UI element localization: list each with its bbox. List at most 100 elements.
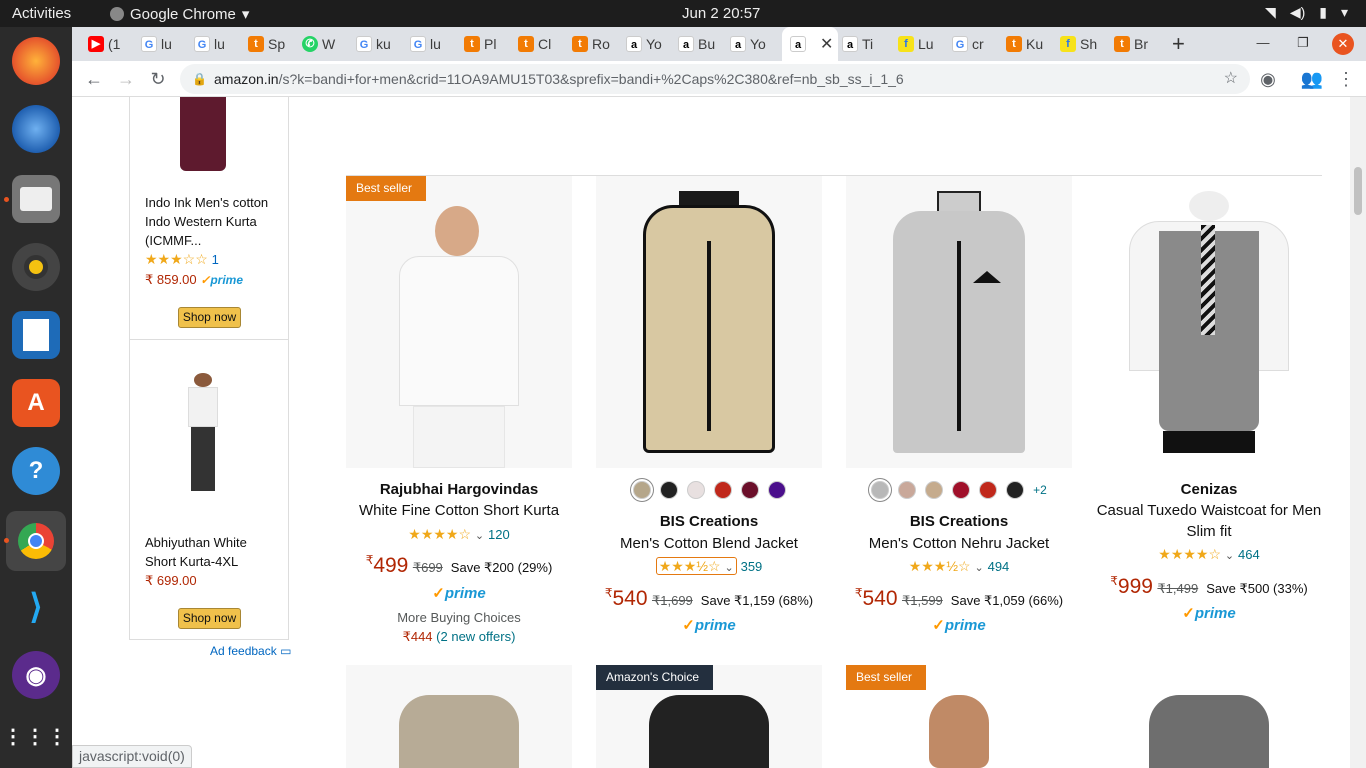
ad-feedback-link[interactable]: Ad feedback ▭ (210, 644, 291, 658)
clock[interactable]: Jun 2 20:57 (682, 5, 760, 22)
tab[interactable]: Glu (141, 33, 172, 55)
firefox-icon[interactable] (12, 37, 60, 85)
ad-product-image[interactable] (188, 373, 218, 493)
forward-icon[interactable]: → (114, 67, 138, 91)
close-window-icon[interactable]: ✕ (1332, 33, 1354, 55)
tab[interactable]: ▶ (1 (88, 33, 120, 55)
tab[interactable]: t Br (1114, 33, 1148, 55)
tab[interactable]: t Ku (1006, 33, 1043, 55)
best-seller-badge: Best seller (846, 665, 927, 690)
product-title[interactable]: Casual Tuxedo Waistcoat for Men Slim fit (1096, 500, 1322, 542)
app-menu[interactable]: Google Chrome ▾ (110, 5, 249, 23)
tab[interactable]: t Pl (464, 33, 496, 55)
product-price[interactable]: ₹540 (605, 586, 648, 610)
tab[interactable]: t Cl (518, 33, 551, 55)
product-image[interactable] (346, 176, 572, 468)
product-title[interactable]: Men's Cotton Blend Jacket (596, 533, 822, 554)
tab[interactable]: Gcr (952, 33, 984, 55)
product-price[interactable]: ₹499 (366, 553, 409, 577)
vscode-icon[interactable]: ⟩ (12, 583, 60, 631)
rhythmbox-icon[interactable] (12, 243, 60, 291)
scroll-thumb[interactable] (1354, 167, 1362, 215)
color-swatch[interactable] (1006, 481, 1025, 499)
color-swatch[interactable] (767, 481, 786, 499)
running-indicator (4, 538, 9, 543)
scrollbar[interactable] (1350, 97, 1366, 768)
chrome-icon[interactable] (6, 511, 66, 571)
color-swatch[interactable] (979, 481, 998, 499)
status-bar: javascript:void(0) (72, 745, 192, 768)
back-icon[interactable]: ← (82, 67, 106, 91)
tab[interactable]: a Yo (730, 33, 766, 55)
color-swatch[interactable] (871, 481, 890, 499)
address-bar[interactable]: 🔒 amazon.in/s?k=bandi+for+men&crid=11OA9… (180, 64, 1250, 94)
tab[interactable]: f Lu (898, 33, 934, 55)
product-image[interactable] (596, 176, 822, 468)
more-colors-link[interactable]: +2 (1033, 481, 1047, 499)
rating-stars[interactable]: ★★★★☆ ⌄ 464 (1096, 546, 1322, 563)
color-swatch[interactable] (740, 481, 759, 499)
extension-icon[interactable]: ◉ (1256, 67, 1280, 91)
product-title[interactable]: White Fine Cotton Short Kurta (346, 500, 572, 521)
product-image[interactable] (1096, 665, 1322, 768)
tab[interactable]: t Sp (248, 33, 285, 55)
show-apps-icon[interactable]: ⋮⋮⋮ (3, 713, 67, 761)
ad-product-image[interactable] (180, 97, 230, 171)
system-menu[interactable]: ◥ ◀) ▮ ▾ (1265, 4, 1348, 21)
tab[interactable]: f Sh (1060, 33, 1097, 55)
tab[interactable]: a Yo (626, 33, 662, 55)
product-price[interactable]: ₹540 (855, 586, 898, 610)
rating-stars[interactable]: ★★★½☆ ⌄ 359 (596, 557, 822, 575)
activities-button[interactable]: Activities (12, 5, 71, 22)
site-icon: t (1006, 36, 1022, 52)
tab[interactable]: Glu (410, 33, 441, 55)
help-icon[interactable]: ? (12, 447, 60, 495)
tab-current[interactable]: a ✕ (790, 33, 833, 55)
tab[interactable]: a Bu (678, 33, 715, 55)
rating-stars[interactable]: ★★★☆☆ 1 (145, 251, 219, 268)
chevron-down-icon: ⌄ (474, 530, 485, 542)
color-swatch[interactable] (686, 481, 705, 499)
tab[interactable]: Gku (356, 33, 391, 55)
color-swatch[interactable] (925, 481, 944, 499)
color-swatch[interactable] (713, 481, 732, 499)
best-seller-badge: Best seller (346, 176, 427, 201)
shop-now-button[interactable]: Shop now (178, 307, 241, 328)
tab[interactable]: Glu (194, 33, 225, 55)
product-brand: Cenizas (1180, 481, 1238, 498)
tab[interactable]: ✆ W (302, 33, 335, 55)
bookmark-star-icon[interactable]: ☆ (1224, 64, 1238, 94)
menu-icon[interactable]: ⋮ (1334, 67, 1358, 91)
thunderbird-icon[interactable] (12, 105, 60, 153)
color-swatches: +2 (846, 481, 1072, 499)
minimize-icon[interactable]: — (1252, 35, 1274, 53)
tab[interactable]: t Ro (572, 33, 610, 55)
podcast-icon[interactable]: ◉ (12, 651, 60, 699)
amazon-icon: a (842, 36, 858, 52)
writer-icon[interactable] (12, 311, 60, 359)
shop-now-button[interactable]: Shop now (178, 608, 241, 629)
tab-close-icon[interactable]: ✕ (820, 34, 833, 54)
product-title[interactable]: Men's Cotton Nehru Jacket (846, 533, 1072, 554)
amazon-icon: a (678, 36, 694, 52)
color-swatch[interactable] (898, 481, 917, 499)
rating-stars[interactable]: ★★★½☆ ⌄ 494 (846, 558, 1072, 575)
new-offers-link[interactable]: (2 new offers) (436, 629, 515, 644)
ad-title[interactable]: Abhiyuthan White Short Kurta-4XL (145, 533, 275, 571)
product-image[interactable] (346, 665, 572, 768)
color-swatch[interactable] (659, 481, 678, 499)
product-image[interactable] (1096, 176, 1322, 468)
color-swatch[interactable] (632, 481, 651, 499)
files-icon[interactable] (12, 175, 60, 223)
ad-title[interactable]: Indo Ink Men's cotton Indo Western Kurta… (145, 193, 275, 250)
product-price[interactable]: ₹999 (1110, 574, 1153, 598)
rating-stars[interactable]: ★★★★☆ ⌄ 120 (346, 526, 572, 543)
reload-icon[interactable]: ↻ (146, 67, 170, 91)
new-tab-button[interactable]: + (1172, 31, 1185, 56)
product-image[interactable] (846, 176, 1072, 468)
maximize-icon[interactable]: ❐ (1292, 35, 1314, 53)
profile-icon[interactable]: 👥 (1300, 67, 1324, 91)
tab[interactable]: a Ti (842, 33, 873, 55)
color-swatch[interactable] (952, 481, 971, 499)
software-center-icon[interactable]: A (12, 379, 60, 427)
